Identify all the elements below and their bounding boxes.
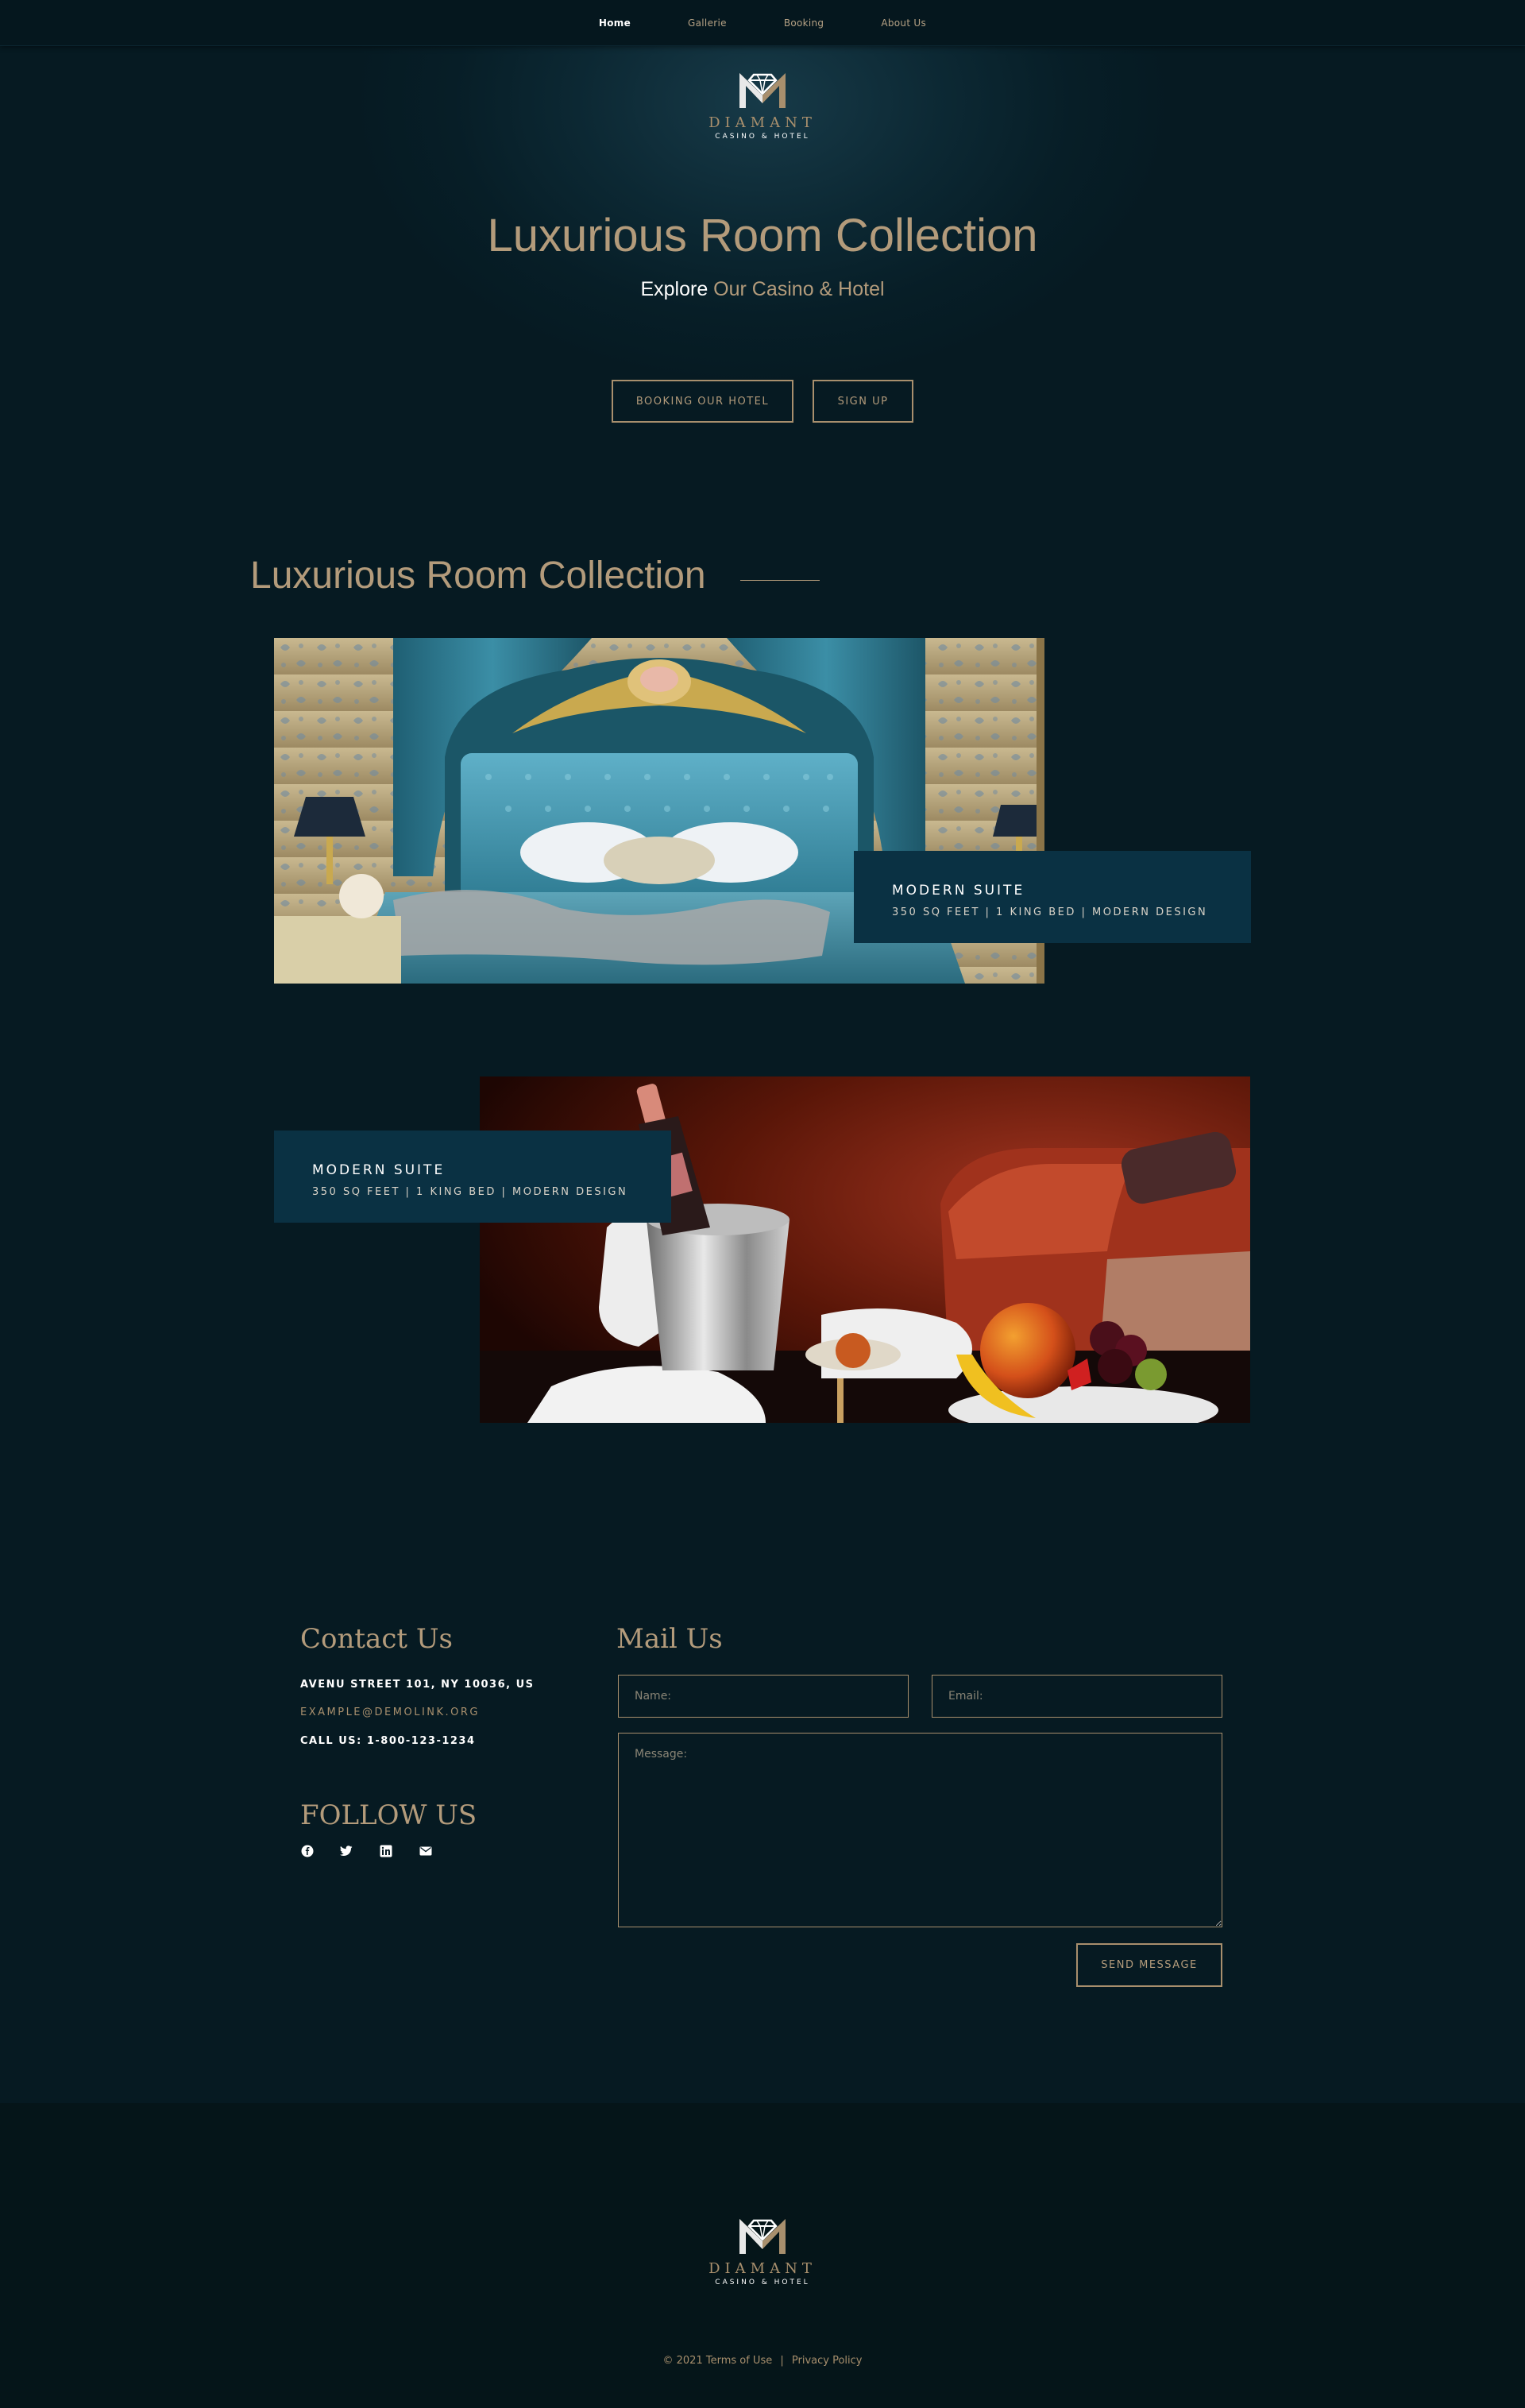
top-navigation: Home Gallerie Booking About Us	[0, 0, 1525, 46]
room-name: MODERN SUITE	[312, 1162, 446, 1178]
section-divider	[740, 580, 820, 581]
linkedin-icon[interactable]	[379, 1844, 393, 1858]
nav-gallerie[interactable]: Gallerie	[659, 17, 755, 29]
brand-logo[interactable]: DIAMANT CASINO & HOTEL	[683, 68, 842, 141]
footer-brand-name: DIAMANT	[708, 2260, 817, 2277]
nav-booking[interactable]: Booking	[755, 17, 853, 29]
room-details: 350 SQ FEET | 1 KING BED | MODERN DESIGN	[892, 906, 1208, 918]
room-details: 350 SQ FEET | 1 KING BED | MODERN DESIGN	[312, 1186, 628, 1198]
contact-title: Contact Us	[300, 1623, 453, 1655]
mail-us-title: Mail Us	[616, 1623, 723, 1655]
twitter-icon[interactable]	[339, 1844, 353, 1858]
room-card-2[interactable]: MODERN SUITE 350 SQ FEET | 1 KING BED | …	[274, 1131, 671, 1223]
diamond-m-icon	[739, 73, 786, 108]
diamond-m-icon	[739, 2219, 786, 2254]
room-image-dining[interactable]	[480, 1076, 1250, 1423]
email-icon[interactable]	[419, 1844, 433, 1858]
message-textarea[interactable]	[618, 1733, 1222, 1927]
nav-home[interactable]: Home	[570, 17, 659, 29]
footer-brand-logo[interactable]: DIAMANT CASINO & HOTEL	[683, 2214, 842, 2286]
follow-us-title: FOLLOW US	[300, 1799, 477, 1831]
hero-section: DIAMANT CASINO & HOTEL Luxurious Room Co…	[0, 46, 1525, 523]
facebook-icon[interactable]	[300, 1844, 315, 1858]
nav-about-us[interactable]: About Us	[852, 17, 955, 29]
brand-tagline: CASINO & HOTEL	[715, 133, 810, 141]
hero-title: Luxurious Room Collection	[487, 210, 1038, 261]
hero-subtitle-place: Our Casino & Hotel	[713, 278, 885, 300]
footer-separator: |	[780, 2355, 784, 2367]
privacy-policy-link[interactable]: Privacy Policy	[792, 2355, 863, 2367]
hero-subtitle: Explore Our Casino & Hotel	[0, 278, 1525, 301]
room-card-1[interactable]: MODERN SUITE 350 SQ FEET | 1 KING BED | …	[854, 851, 1251, 943]
contact-phone: CALL US: 1-800-123-1234	[300, 1735, 476, 1747]
contact-address: AVENU STREET 101, NY 10036, US	[300, 1679, 535, 1691]
send-message-button[interactable]: SEND MESSAGE	[1076, 1943, 1222, 1987]
footer-brand-tagline: CASINO & HOTEL	[715, 2279, 810, 2286]
hero-subtitle-explore: Explore	[640, 278, 708, 300]
rooms-section-title: Luxurious Room Collection	[250, 555, 706, 597]
footer-links: © 2021 Terms of Use | Privacy Policy	[0, 2355, 1525, 2367]
champagne-photo	[480, 1076, 1250, 1423]
email-input[interactable]	[932, 1675, 1222, 1718]
name-input[interactable]	[618, 1675, 909, 1718]
terms-of-use-link[interactable]: © 2021 Terms of Use	[663, 2355, 773, 2367]
room-name: MODERN SUITE	[892, 883, 1025, 899]
brand-name: DIAMANT	[708, 114, 817, 131]
booking-hotel-button[interactable]: BOOKING OUR HOTEL	[612, 380, 793, 423]
sign-up-button[interactable]: SIGN UP	[813, 380, 913, 423]
contact-email-link[interactable]: EXAMPLE@DEMOLINK.ORG	[300, 1706, 480, 1718]
